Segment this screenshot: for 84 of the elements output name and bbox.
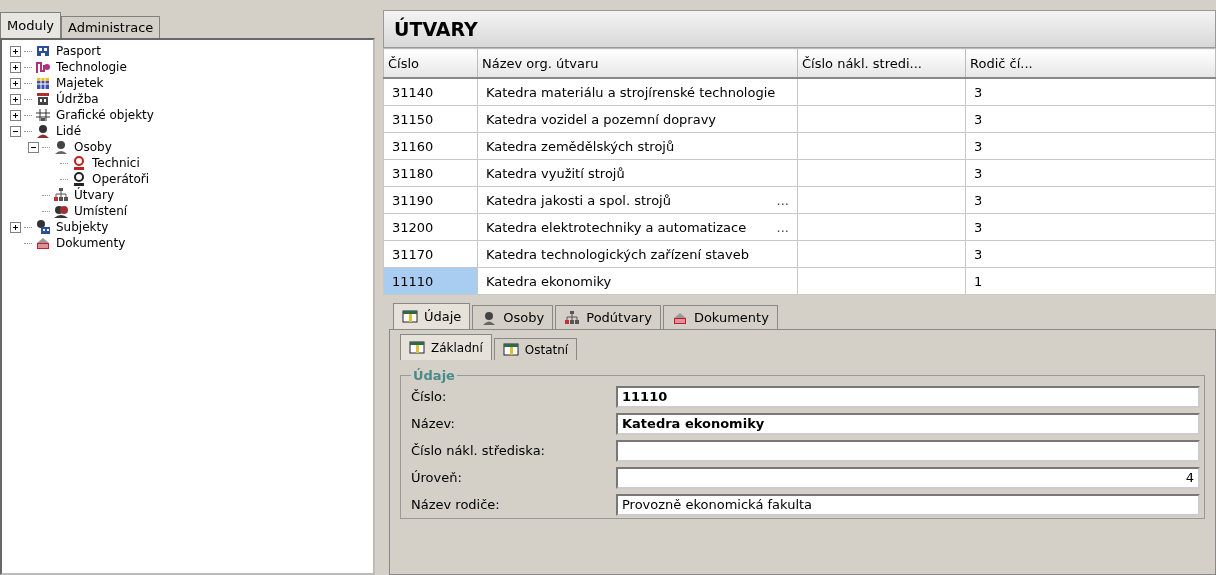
table-cell[interactable]: 31180 (383, 159, 478, 187)
column-header[interactable]: Číslo nákl. stredi... (797, 48, 966, 78)
input-field[interactable]: Provozně ekonomická fakulta (616, 493, 1200, 516)
tree-item[interactable]: Technici (90, 156, 142, 170)
table-cell: 3 (965, 240, 1216, 268)
module-tab[interactable]: Administrace (60, 16, 161, 38)
plus-icon[interactable] (10, 109, 21, 121)
ellipsis-button[interactable]: ... (776, 219, 789, 235)
input-field[interactable]: 4 (616, 466, 1200, 489)
table-cell: 1 (965, 267, 1216, 295)
tree-item[interactable]: Údržba (54, 92, 101, 106)
plus-icon[interactable] (10, 93, 21, 105)
table-cell: 3 (965, 213, 1216, 241)
tree-item[interactable]: Osoby (72, 140, 114, 154)
input-field[interactable]: Katedra ekonomiky (616, 412, 1200, 435)
tree-item[interactable]: Dokumenty (54, 236, 128, 250)
field-label: Název rodiče: (411, 497, 501, 512)
table-cell[interactable]: 31200 (383, 213, 478, 241)
column-header[interactable]: Rodič čí... (965, 48, 1216, 78)
cell-text: Katedra vozidel a pozemní dopravy (486, 111, 717, 127)
hierarchy-icon (564, 309, 581, 326)
field-label: Číslo: (411, 389, 448, 404)
building-icon (35, 43, 51, 59)
cell-text: Katedra technologických zařízení staveb (486, 246, 749, 262)
table-icon (502, 341, 519, 358)
cell-text: Katedra elektrotechniky a automatizace (486, 219, 747, 235)
cell-text: Katedra materiálu a strojírenské technologie (486, 84, 776, 100)
plus-icon[interactable] (10, 61, 21, 73)
cell-text: Katedra využití strojů (486, 165, 625, 181)
plus-icon[interactable] (10, 77, 21, 89)
detail-tab[interactable]: Údaje (393, 303, 471, 329)
grid-icon (35, 107, 51, 123)
detail-tab[interactable]: Podútvary (555, 305, 661, 329)
table-cell: 3 (965, 186, 1216, 214)
table-cell[interactable]: 31140 (383, 78, 478, 106)
table-cell[interactable]: 31170 (383, 240, 478, 268)
sub-tab[interactable]: Základní (400, 334, 492, 360)
module-tab[interactable]: Moduly (0, 12, 61, 38)
tree-item[interactable]: Technologie (54, 60, 129, 74)
building-icon (35, 219, 51, 235)
table-icon (402, 308, 418, 325)
sub-tab[interactable]: Ostatní (493, 338, 578, 360)
ellipsis-button[interactable]: ... (776, 192, 789, 208)
tree-item[interactable]: Operátoři (90, 172, 152, 186)
documents-icon (35, 235, 51, 251)
tree-item[interactable]: Majetek (54, 76, 106, 90)
minus-icon[interactable] (10, 125, 21, 137)
cell-text: Katedra ekonomiky (486, 273, 612, 289)
table-cell[interactable]: 31150 (383, 105, 478, 133)
tree-item[interactable]: Umístení (72, 204, 130, 218)
table-cell[interactable]: 11110 (383, 267, 478, 295)
plus-icon[interactable] (10, 221, 21, 233)
hierarchy-icon (53, 187, 69, 203)
plus-icon[interactable] (10, 45, 21, 57)
field-label: Úroveň: (411, 470, 463, 485)
tree-item[interactable]: Pasport (54, 44, 103, 58)
grid-icon (35, 75, 51, 91)
column-header[interactable]: Číslo (383, 48, 478, 78)
section-title: ÚTVARY (383, 10, 1216, 48)
pipe-icon (35, 59, 51, 75)
table-cell: 3 (965, 159, 1216, 187)
detail-tab[interactable]: Dokumenty (662, 305, 778, 329)
table-cell: 3 (965, 78, 1216, 106)
group-title: Údaje (412, 368, 456, 383)
tree-item[interactable]: Subjekty (54, 220, 111, 234)
table-cell: 3 (965, 105, 1216, 133)
tree-item[interactable]: Lidé (54, 124, 84, 138)
input-field[interactable] (616, 439, 1200, 462)
column-header[interactable]: Název org. útvaru (477, 48, 798, 78)
table-cell: 3 (965, 132, 1216, 160)
table-icon (409, 339, 425, 356)
field-label: Název: (411, 416, 456, 431)
people-icon (53, 203, 69, 219)
field-label: Číslo nákl. střediska: (411, 443, 546, 458)
table-cell[interactable]: 31160 (383, 132, 478, 160)
building-icon (35, 91, 51, 107)
cell-text: Katedra zemědělských strojů (486, 138, 675, 154)
detail-tab[interactable]: Osoby (472, 305, 554, 329)
table-cell[interactable]: 31190 (383, 186, 478, 214)
input-field[interactable]: 11110 (616, 385, 1200, 408)
cell-text: Katedra jakosti a spol. strojů (486, 192, 671, 208)
tree-item[interactable]: Grafické objekty (54, 108, 156, 122)
minus-icon[interactable] (28, 141, 39, 153)
tree-item[interactable]: Útvary (72, 188, 116, 202)
